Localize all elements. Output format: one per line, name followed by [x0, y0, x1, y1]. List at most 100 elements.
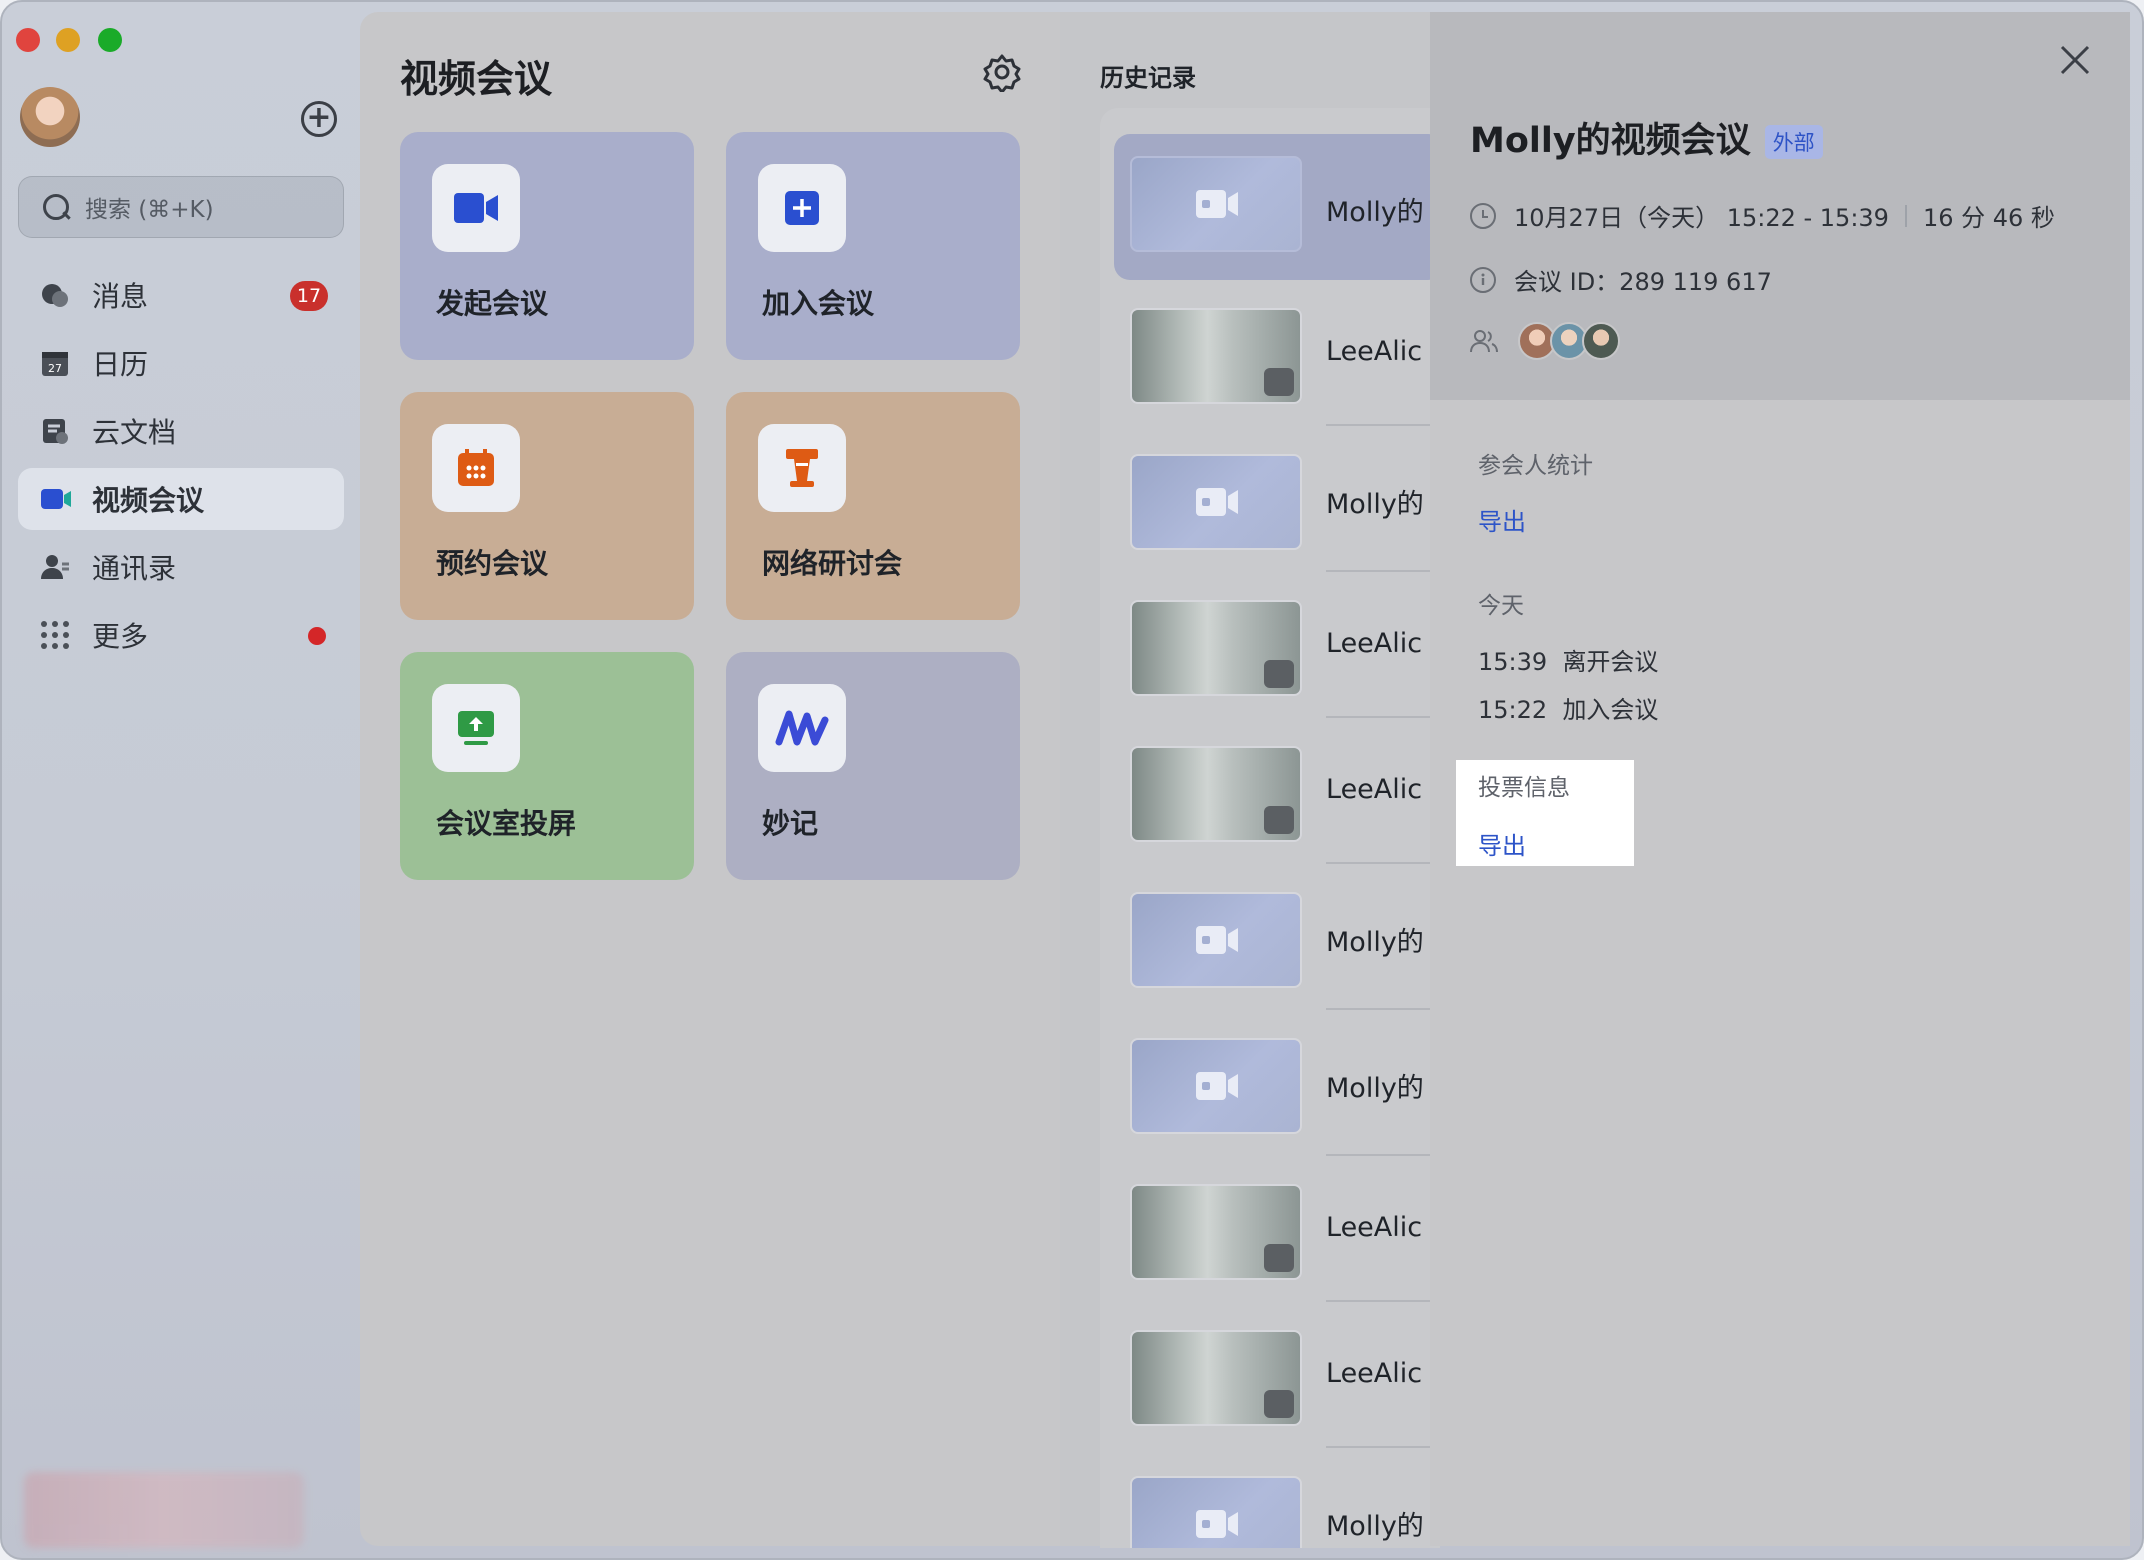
meeting-thumbnail [1130, 454, 1302, 550]
webinar-card[interactable]: 网络研讨会 [726, 392, 1020, 620]
calendar-icon: 27 [40, 348, 70, 378]
meeting-thumbnail [1130, 892, 1302, 988]
calendar-icon [432, 424, 520, 512]
event-row: 15:39 离开会议 [1478, 642, 1658, 677]
meeting-thumbnail [1130, 1038, 1302, 1134]
sidebar-item-label: 云文档 [92, 416, 177, 449]
minutes-card[interactable]: 妙记 [726, 652, 1020, 880]
event-text: 离开会议 [1562, 648, 1659, 676]
history-item[interactable]: LeeAlic [1100, 718, 1440, 864]
today-heading: 今天 [1478, 593, 1524, 619]
meeting-date: 10月27日（今天） 15:22 - 15:39 [1514, 204, 1889, 232]
people-icon [1470, 328, 1498, 354]
minutes-icon [1264, 806, 1294, 834]
camera-icon [1196, 1072, 1238, 1100]
meeting-title: Molly的视频会议 外部 [1470, 112, 1823, 163]
podium-icon [758, 424, 846, 512]
card-label: 妙记 [762, 807, 819, 840]
search-input[interactable]: 搜索 (⌘+K) [18, 176, 344, 238]
sidebar: + 搜索 (⌘+K) 消息 17 27 日历 云文档 视频会议 通讯录 更多 [2, 2, 360, 1558]
meeting-duration: 16 分 46 秒 [1922, 204, 2055, 232]
start-meeting-card[interactable]: 发起会议 [400, 132, 694, 360]
history-title: 历史记录 [1100, 64, 1196, 92]
history-panel: 历史记录 Molly的 LeeAlic Molly的 LeeAlic LeeAl… [1060, 12, 1440, 1548]
history-item[interactable]: LeeAlic [1100, 280, 1440, 426]
create-plus-button[interactable]: + [301, 101, 337, 137]
history-item-name: Molly的 [1326, 489, 1424, 520]
sidebar-item-label: 日历 [92, 348, 149, 381]
history-item-name: LeeAlic [1326, 1212, 1423, 1243]
grid-icon [40, 620, 70, 650]
contacts-icon [40, 552, 70, 582]
sidebar-item-more[interactable]: 更多 [18, 604, 344, 666]
card-label: 发起会议 [436, 287, 549, 320]
external-tag: 外部 [1764, 125, 1823, 159]
minutes-icon [1264, 660, 1294, 688]
meeting-thumbnail [1130, 746, 1302, 842]
card-label: 预约会议 [436, 547, 549, 580]
room-screen-share-card[interactable]: 会议室投屏 [400, 652, 694, 880]
history-item[interactable]: Molly的 [1114, 134, 1440, 280]
history-list: Molly的 LeeAlic Molly的 LeeAlic LeeAlic Mo… [1100, 108, 1440, 1548]
sidebar-item-label: 通讯录 [92, 552, 177, 585]
camera-icon [1196, 190, 1238, 218]
sidebar-item-label: 消息 [92, 280, 149, 313]
sidebar-item-calendar[interactable]: 27 日历 [18, 332, 344, 394]
chat-icon [40, 280, 70, 310]
svg-text:27: 27 [48, 362, 62, 375]
info-icon [1470, 266, 1496, 293]
history-item[interactable]: Molly的 [1100, 864, 1440, 1010]
participants-row[interactable] [1470, 322, 1620, 360]
sidebar-item-label: 视频会议 [92, 484, 205, 517]
meeting-thumbnail [1130, 600, 1302, 696]
user-avatar[interactable] [20, 87, 80, 147]
gear-icon[interactable] [982, 52, 1022, 94]
minutes-icon [1264, 368, 1294, 396]
history-item[interactable]: LeeAlic [1100, 1156, 1440, 1302]
meeting-id[interactable]: 会议 ID：289 119 617 [1514, 262, 1772, 297]
meeting-detail-panel: Molly的视频会议 外部 10月27日（今天） 15:22 - 15:39 16… [1430, 12, 2130, 1546]
vote-info-heading: 投票信息 [1478, 775, 1570, 801]
meeting-id-row: 会议 ID：289 119 617 [1470, 262, 1772, 297]
history-item-name: LeeAlic [1326, 336, 1423, 367]
export-vote-link[interactable]: 导出 [1478, 826, 1526, 861]
minutes-icon [758, 684, 846, 772]
sidebar-bottom-banner[interactable] [24, 1472, 304, 1548]
notification-dot [308, 627, 326, 645]
event-time: 15:39 [1478, 648, 1548, 676]
sidebar-item-video-meetings[interactable]: 视频会议 [18, 468, 344, 530]
card-label: 网络研讨会 [762, 547, 903, 580]
sidebar-item-messages[interactable]: 消息 17 [18, 264, 344, 326]
app-window: + 搜索 (⌘+K) 消息 17 27 日历 云文档 视频会议 通讯录 更多 视… [0, 0, 2144, 1560]
meeting-title-text: Molly的视频会议 [1470, 121, 1751, 161]
history-item[interactable]: Molly的 [1100, 426, 1440, 572]
history-item[interactable]: LeeAlic [1100, 1302, 1440, 1448]
meeting-thumbnail [1130, 1184, 1302, 1280]
docs-icon [40, 416, 70, 446]
sidebar-item-label: 更多 [92, 620, 149, 653]
join-meeting-card[interactable]: 加入会议 [726, 132, 1020, 360]
event-row: 15:22 加入会议 [1478, 690, 1658, 725]
sidebar-item-contacts[interactable]: 通讯录 [18, 536, 344, 598]
history-item[interactable]: LeeAlic [1100, 572, 1440, 718]
minutes-icon [1264, 1244, 1294, 1272]
close-icon[interactable] [2055, 40, 2095, 80]
meeting-time-row: 10月27日（今天） 15:22 - 15:39 16 分 46 秒 [1470, 198, 2055, 233]
history-item-name: LeeAlic [1326, 628, 1423, 659]
history-item-name: Molly的 [1326, 1073, 1424, 1104]
event-time: 15:22 [1478, 696, 1548, 724]
schedule-meeting-card[interactable]: 预约会议 [400, 392, 694, 620]
export-participants-link[interactable]: 导出 [1478, 502, 1526, 537]
history-item[interactable]: Molly的 [1100, 1448, 1440, 1548]
history-item-name: Molly的 [1326, 927, 1424, 958]
avatar [1582, 322, 1620, 360]
sidebar-item-docs[interactable]: 云文档 [18, 400, 344, 462]
camera-icon [1196, 488, 1238, 516]
participant-avatars [1518, 322, 1620, 360]
camera-icon [1196, 926, 1238, 954]
clock-icon [1470, 202, 1496, 229]
participant-stats-heading: 参会人统计 [1478, 453, 1593, 479]
card-label: 会议室投屏 [436, 807, 577, 840]
history-item[interactable]: Molly的 [1100, 1010, 1440, 1156]
video-icon [40, 484, 71, 514]
